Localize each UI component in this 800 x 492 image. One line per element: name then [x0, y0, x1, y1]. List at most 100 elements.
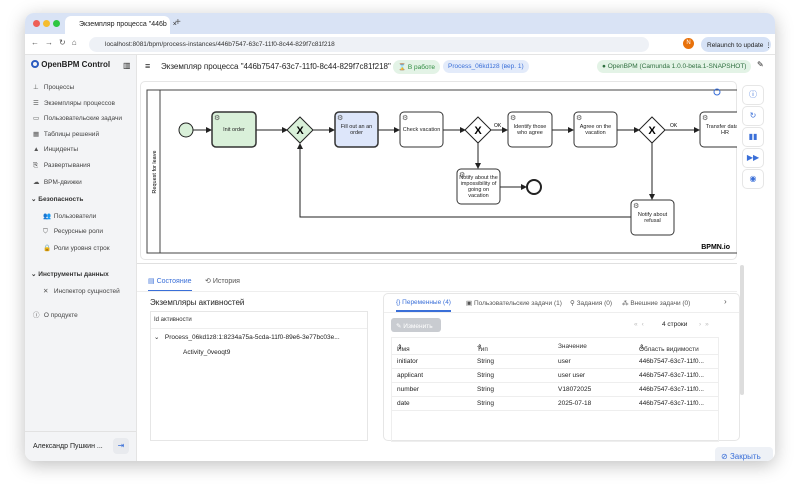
table-cell: String — [477, 400, 494, 407]
page-next-buttons[interactable]: ›» — [699, 321, 713, 328]
lane-label: Request for leave — [152, 150, 158, 193]
col-name[interactable]: Имя ⇕ — [397, 343, 410, 353]
center-tool-button[interactable]: ◉ — [742, 169, 764, 189]
gear-icon: ⚙ — [459, 171, 465, 179]
chevron-right-icon[interactable]: › — [724, 297, 727, 306]
variables-panel: {} Переменные (4) ▣ Пользовательские зад… — [383, 293, 740, 442]
col-scope[interactable]: Область видимости ⇕ — [639, 343, 699, 353]
sitemap-icon: ⊥ — [33, 84, 39, 91]
process-badge[interactable]: Process_06kd1z8 (вер. 1) — [443, 60, 529, 73]
table-row[interactable]: applicant String user user 446b7547-63c7-11… — [392, 369, 718, 383]
sidebar-item-resource-roles[interactable]: ⛉ Ресурсные роли — [43, 228, 103, 236]
table-cell: 446b7547-63c7-11f0... — [639, 358, 704, 365]
start-event[interactable] — [178, 122, 194, 138]
new-tab-button[interactable]: + — [175, 17, 181, 28]
sidebar-item-about[interactable]: ⓘ О продукте — [33, 309, 78, 319]
deploy-icon: ⎘ — [33, 162, 39, 169]
edit-button[interactable]: ✎ Изменить — [391, 318, 441, 332]
minimize-window-button[interactable] — [43, 20, 50, 27]
x-icon: X — [474, 125, 482, 137]
activities-tree: Id активности ⌄ Process_06kd1z8:1:8234a7… — [150, 311, 368, 441]
x-icon: X — [296, 125, 304, 137]
sidebar-item-decisions[interactable]: ▦ Таблицы решений — [33, 130, 99, 138]
chevron-down-icon: ⌄ — [31, 196, 37, 203]
table-row[interactable]: initiator String user 446b7547-63c7-11f0... — [392, 355, 718, 369]
sidebar-item-processes[interactable]: ⊥ Процессы — [33, 83, 74, 91]
sidebar-group-data-tools[interactable]: ⌄ Инструменты данных — [31, 270, 109, 278]
users-icon: 👥 — [43, 213, 52, 220]
splitter[interactable] — [137, 263, 737, 266]
gear-icon: ⚙ — [633, 202, 639, 210]
sidebar-group-security[interactable]: ⌄ Безопасность — [31, 195, 83, 203]
tab-jobs[interactable]: ⚲ Задания (0) — [570, 299, 612, 307]
logout-button[interactable]: ⇥ — [113, 438, 129, 454]
url-input[interactable]: localhost:8081/bpm/process-instances/446… — [89, 37, 649, 52]
x-icon: X — [648, 125, 656, 137]
tab-history[interactable]: ⟲ История — [205, 277, 240, 285]
sidebar-item-deployments[interactable]: ⎘ Развертывания — [33, 162, 90, 170]
info-tool-button[interactable]: ⓘ — [742, 85, 764, 105]
tab-bar: Экземпляр процесса "446b × + — [25, 13, 775, 34]
sidebar-item-instances[interactable]: ☰ Экземпляры процессов — [33, 99, 115, 107]
gear-icon: ⚙ — [337, 114, 343, 122]
sidebar-item-incidents[interactable]: ▲ Инциденты — [33, 146, 78, 153]
gear-icon: ⚙ — [214, 114, 220, 122]
table-row[interactable]: number String V18072025 446b7547-63c7-11f0.… — [392, 383, 718, 397]
table-header: Имя ⇕ Тип ⇕ Значение Область видимости ⇕ — [392, 338, 718, 355]
diagram-panel[interactable]: Init order ⚙ Fill out an an order ⚙ Check va… — [140, 81, 737, 260]
tab-external-tasks[interactable]: ⁂ Внешние задачи (0) — [622, 299, 690, 307]
relaunch-button[interactable]: Relaunch to update ⋮ — [701, 37, 772, 52]
table-cell: 2025-07-18 — [558, 400, 592, 407]
list-icon: ☰ — [33, 100, 39, 107]
chevron-down-icon[interactable]: ⌄ — [154, 334, 159, 341]
sidebar: OpenBPM Control ▥ ⊥ Процессы ☰ Экземпляр… — [25, 55, 137, 461]
sidebar-item-entity-inspector[interactable]: ✕ Инспектор сущностей — [43, 287, 120, 295]
browser-tab[interactable]: Экземпляр процесса "446b × — [65, 16, 177, 34]
column-header: Id активности — [154, 317, 192, 323]
end-event[interactable] — [526, 179, 542, 195]
close-button[interactable]: ⊘ Закрыть — [715, 447, 773, 461]
brand[interactable]: OpenBPM Control — [31, 60, 110, 69]
refresh-tool-button[interactable]: ↻ — [742, 106, 764, 126]
bpmn-diagram[interactable]: Init order⚙Fill out an an order⚙Check va… — [140, 81, 737, 260]
close-window-button[interactable] — [33, 20, 40, 27]
map-tool-button[interactable]: ▮▮ — [742, 127, 764, 147]
sidebar-item-engines[interactable]: ☁ BPM-движки — [33, 178, 82, 186]
maximize-window-button[interactable] — [53, 20, 60, 27]
table-cell: String — [477, 386, 494, 393]
gear-icon: ⚙ — [576, 114, 582, 122]
flow-label: OK — [494, 123, 502, 129]
table-cell: date — [397, 400, 410, 407]
menu-toggle-icon[interactable]: ≡ — [145, 61, 150, 71]
sidebar-item-tasks[interactable]: ▭ Пользовательские задачи — [33, 114, 122, 122]
tab-variables[interactable]: {} Переменные (4) — [396, 299, 451, 312]
warning-icon: ▲ — [33, 146, 40, 153]
scrollbar[interactable] — [740, 265, 744, 395]
col-type[interactable]: Тип ⇕ — [477, 343, 488, 353]
forward-tool-button[interactable]: ▶▶ — [742, 148, 764, 168]
page-prev-buttons[interactable]: «‹ — [634, 321, 648, 328]
sidebar-item-users[interactable]: 👥 Пользователи — [43, 212, 96, 220]
sidebar-item-row-roles[interactable]: 🔒 Роли уровня строк — [43, 244, 110, 252]
table-icon: ▦ — [33, 131, 40, 138]
bpmn-io-logo[interactable]: BPMN.io — [701, 244, 730, 251]
table-cell: 446b7547-63c7-11f0... — [639, 400, 704, 407]
table-row[interactable]: date String 2025-07-18 446b7547-63c7-11f0..… — [392, 397, 718, 411]
close-label: Закрыть — [729, 452, 761, 461]
tab-user-tasks[interactable]: ▣ Пользовательские задачи (1) — [466, 299, 562, 307]
gear-icon: ⚙ — [402, 114, 408, 122]
gear-icon: ⚙ — [702, 114, 708, 122]
profile-avatar[interactable]: N — [683, 38, 694, 49]
chart-icon[interactable]: ▥ — [123, 61, 131, 70]
tools-icon: ✕ — [43, 288, 49, 295]
tab-state[interactable]: ▤ Состояние — [148, 277, 192, 292]
table-cell: applicant — [397, 372, 424, 379]
tree-node-process[interactable]: ⌄ Process_06kd1z8:1:8234a75a-5cda-11f0-8… — [154, 333, 340, 341]
tree-node-activity[interactable]: Activity_0veoqt9 — [183, 349, 230, 356]
rows-count: 4 строки — [662, 321, 688, 328]
cancel-icon: ⊘ — [721, 452, 728, 461]
table-cell: number — [397, 386, 420, 393]
edit-icon[interactable]: ✎ — [757, 60, 764, 69]
logo-icon — [31, 60, 39, 68]
nav-buttons[interactable]: ←→↻⌂ — [31, 38, 83, 47]
